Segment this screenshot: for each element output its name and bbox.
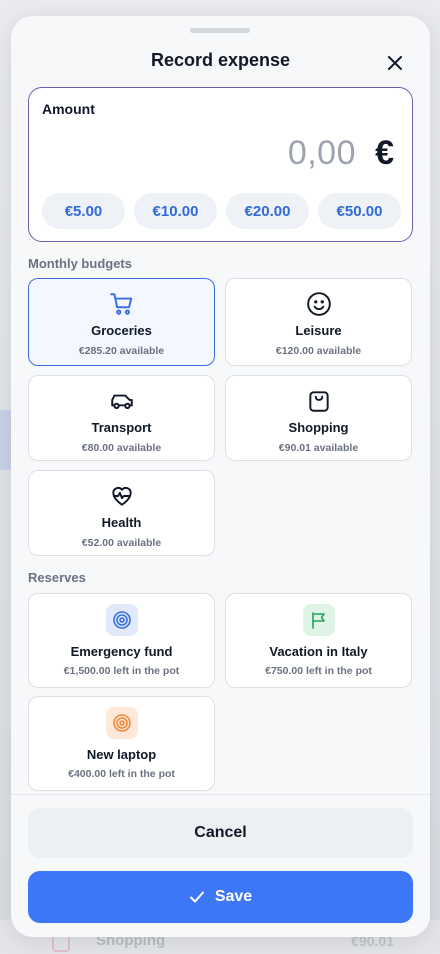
reserve-card-vacation-in-italy[interactable]: Vacation in Italy €750.00 left in the po… xyxy=(225,593,412,688)
amount-label: Amount xyxy=(42,101,95,117)
reserve-name: Emergency fund xyxy=(70,644,173,659)
budget-available: €52.00 available xyxy=(81,537,162,549)
target-icon xyxy=(112,611,131,629)
shopping-bag-icon xyxy=(308,391,329,412)
budget-available: €90.01 available xyxy=(278,442,359,454)
save-button[interactable]: Save xyxy=(28,871,413,923)
budget-name: Shopping xyxy=(288,420,349,435)
budget-card-groceries[interactable]: Groceries €285.20 available xyxy=(28,278,215,366)
currency-symbol: € xyxy=(375,134,394,172)
reserve-name: Vacation in Italy xyxy=(269,644,368,659)
quick-amount-chips: €5.00 €10.00 €20.00 €50.00 xyxy=(42,193,401,229)
cancel-button[interactable]: Cancel xyxy=(28,808,413,858)
budget-available: €80.00 available xyxy=(81,442,162,454)
footer-divider xyxy=(11,794,430,795)
monthly-budgets-heading: Monthly budgets xyxy=(28,256,132,271)
amount-input-card[interactable]: Amount 0,00 € €5.00 €10.00 €20.00 €50.00 xyxy=(28,87,413,242)
budget-card-shopping[interactable]: Shopping €90.01 available xyxy=(225,375,412,461)
reserve-icon-tile xyxy=(105,604,138,636)
budget-available: €120.00 available xyxy=(275,345,362,357)
budget-card-transport[interactable]: Transport €80.00 available xyxy=(28,375,215,461)
heart-pulse-icon xyxy=(111,486,132,506)
record-expense-modal: Record expense Amount 0,00 € €5.00 €10.0… xyxy=(11,16,430,937)
reserve-left: €750.00 left in the pot xyxy=(265,665,372,677)
reserve-card-new-laptop[interactable]: New laptop €400.00 left in the pot xyxy=(28,696,215,791)
reserve-name: New laptop xyxy=(86,747,157,762)
smiley-icon xyxy=(306,292,331,316)
reserve-card-emergency-fund[interactable]: Emergency fund €1,500.00 left in the pot xyxy=(28,593,215,688)
target-icon xyxy=(112,714,131,732)
budget-card-health[interactable]: Health €52.00 available xyxy=(28,470,215,556)
save-label: Save xyxy=(214,888,253,905)
reserve-left: €400.00 left in the pot xyxy=(68,768,175,780)
quick-amount-chip[interactable]: €10.00 xyxy=(134,193,217,229)
flag-icon xyxy=(311,612,325,629)
reserves-heading: Reserves xyxy=(28,570,86,585)
quick-amount-chip[interactable]: €5.00 xyxy=(42,193,125,229)
close-button[interactable] xyxy=(383,51,407,75)
drag-handle[interactable] xyxy=(190,28,250,33)
check-icon xyxy=(189,891,204,903)
amount-value[interactable]: 0,00 xyxy=(288,134,356,173)
budget-card-leisure[interactable]: Leisure €120.00 available xyxy=(225,278,412,366)
modal-title: Record expense xyxy=(150,50,291,70)
close-icon xyxy=(388,56,402,70)
shopping-cart-icon xyxy=(109,293,132,315)
quick-amount-chip[interactable]: €50.00 xyxy=(318,193,401,229)
reserve-icon-tile xyxy=(302,604,335,636)
budget-name: Groceries xyxy=(91,323,152,338)
quick-amount-chip[interactable]: €20.00 xyxy=(226,193,309,229)
reserve-left: €1,500.00 left in the pot xyxy=(63,665,180,677)
car-icon xyxy=(110,394,133,410)
reserve-icon-tile xyxy=(105,707,138,739)
budget-name: Transport xyxy=(91,420,152,435)
budget-available: €285.20 available xyxy=(78,345,165,357)
budget-name: Leisure xyxy=(295,323,342,338)
budget-name: Health xyxy=(101,515,142,530)
